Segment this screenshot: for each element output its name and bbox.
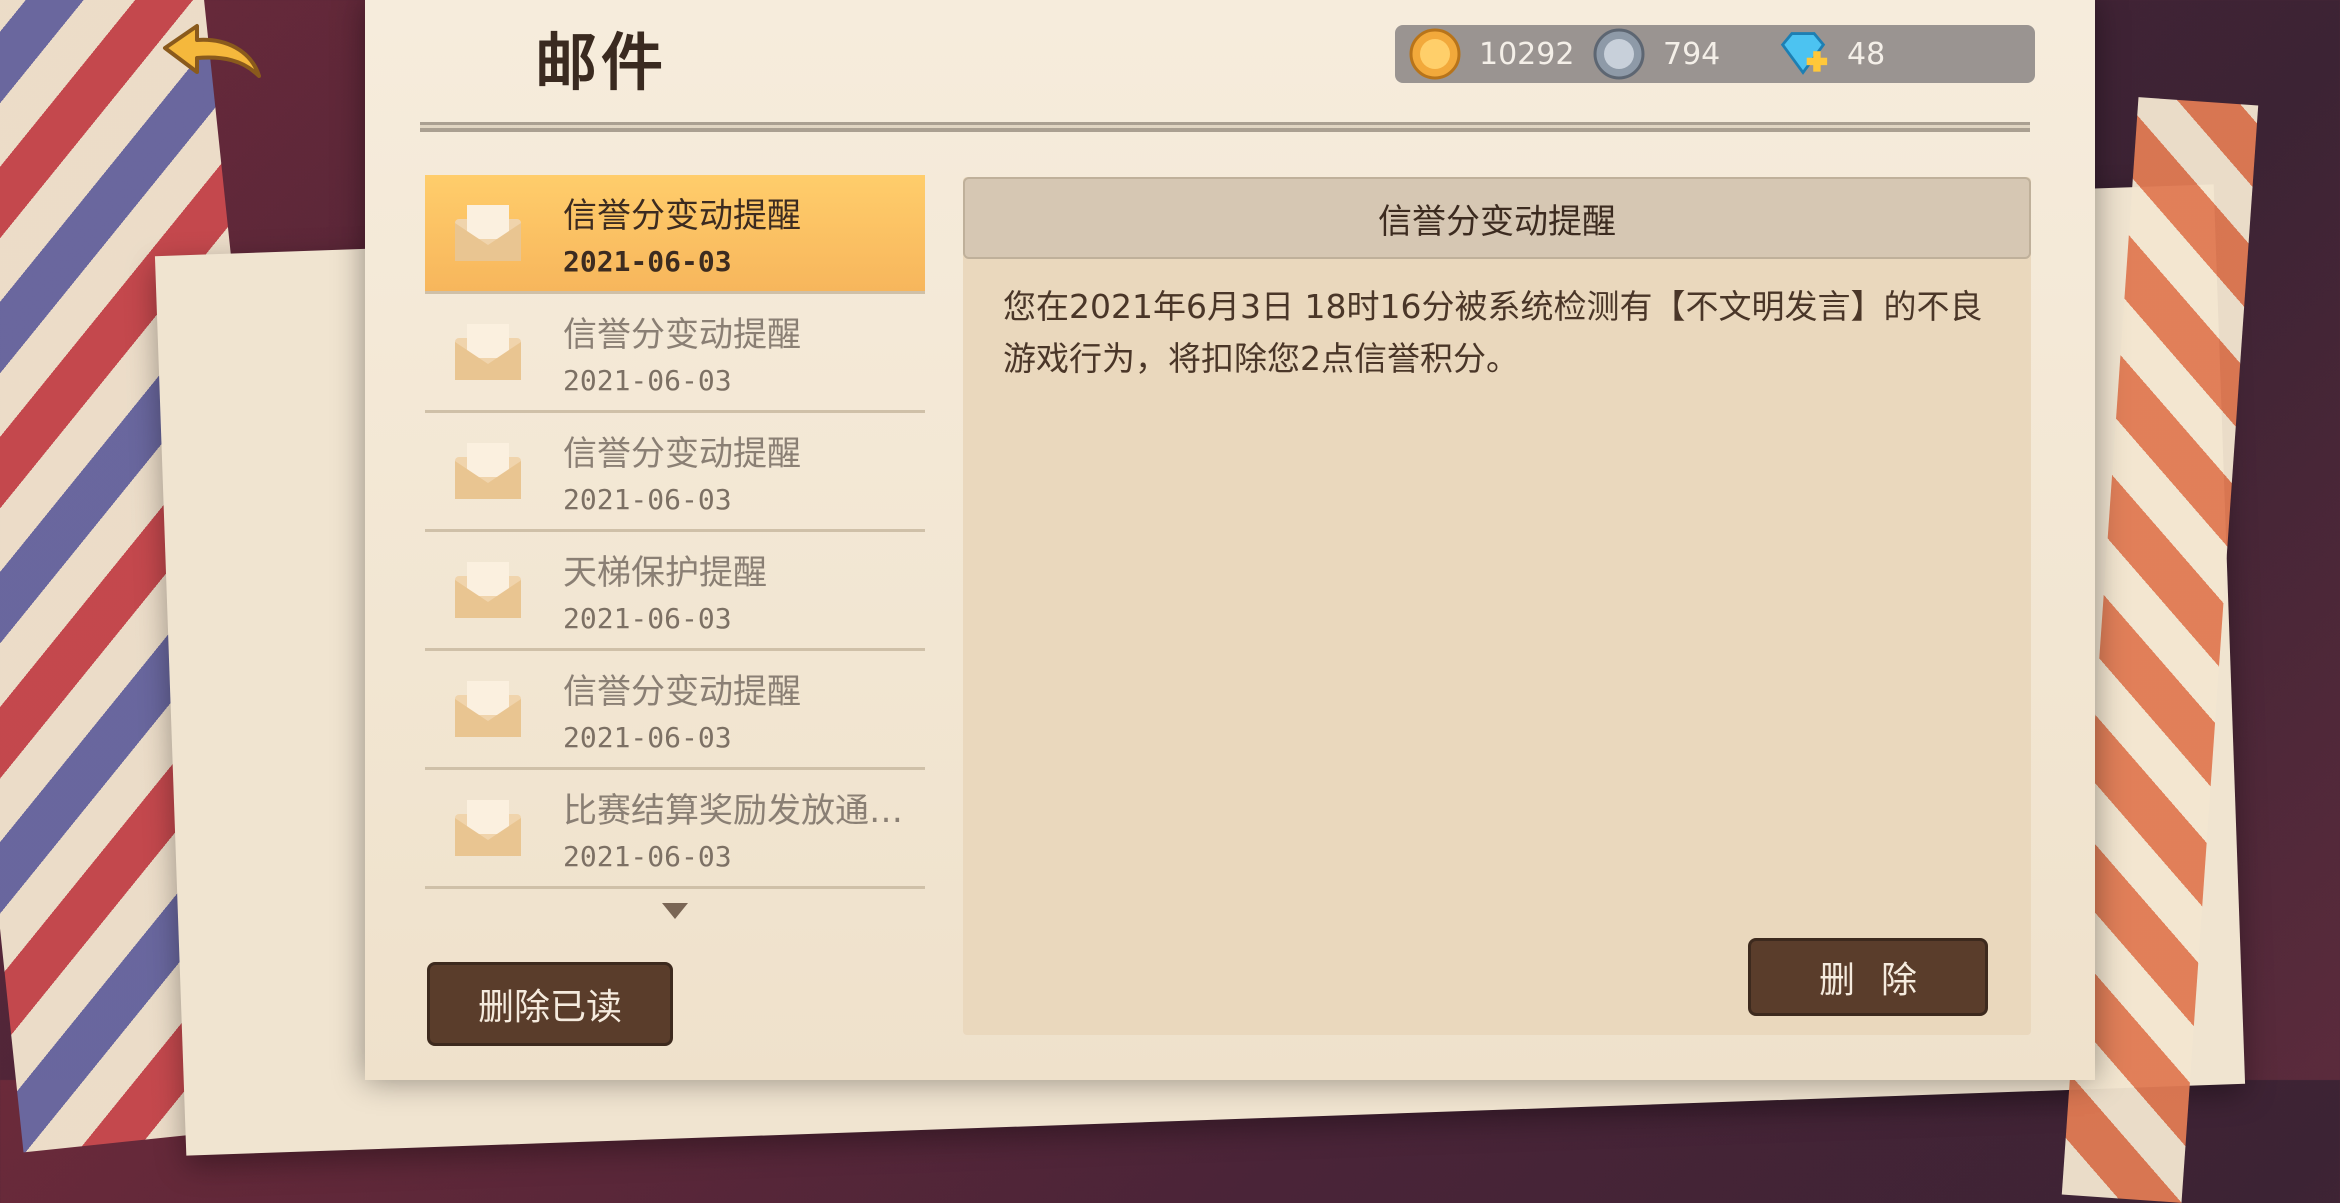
mail-detail-panel: 信誉分变动提醒 您在2021年6月3日 18时16分被系统检测有【不文明发言】的…	[963, 177, 2031, 1035]
diamond-value: 48	[1847, 36, 1886, 72]
mail-subject: 信誉分变动提醒	[563, 434, 801, 474]
silver-coin-icon	[1593, 28, 1645, 80]
mail-date: 2021-06-03	[563, 840, 732, 873]
mail-item[interactable]: 天梯保护提醒 2021-06-03	[425, 532, 925, 651]
mail-subject: 信誉分变动提醒	[563, 672, 801, 712]
mail-list[interactable]: 信誉分变动提醒 2021-06-03 信誉分变动提醒 2021-06-03 信誉…	[425, 175, 925, 889]
mail-date: 2021-06-03	[563, 483, 732, 516]
mail-subject: 信誉分变动提醒	[563, 196, 801, 236]
mail-subject: 信誉分变动提醒	[563, 315, 801, 355]
detail-title: 信誉分变动提醒	[963, 177, 2031, 259]
envelope-icon	[455, 443, 521, 499]
envelope-icon	[455, 205, 521, 261]
mail-item[interactable]: 信誉分变动提醒 2021-06-03	[425, 175, 925, 294]
envelope-icon	[455, 562, 521, 618]
mail-item[interactable]: 信誉分变动提醒 2021-06-03	[425, 651, 925, 770]
back-button[interactable]	[150, 20, 270, 90]
gold-coin-icon	[1409, 28, 1461, 80]
currency-silver: 794	[1593, 28, 1763, 80]
scroll-down-arrow-icon[interactable]	[662, 903, 688, 919]
mail-item[interactable]: 信誉分变动提醒 2021-06-03	[425, 294, 925, 413]
mail-subject: 天梯保护提醒	[563, 553, 767, 593]
back-arrow-icon	[163, 24, 261, 78]
currency-diamond[interactable]: 48	[1777, 28, 1947, 80]
currency-bar: 10292 794 48	[1395, 25, 2035, 83]
detail-body: 您在2021年6月3日 18时16分被系统检测有【不文明发言】的不良游戏行为，将…	[1003, 287, 1983, 378]
mail-date: 2021-06-03	[563, 721, 732, 754]
diamond-plus-icon[interactable]	[1777, 28, 1829, 80]
envelope-icon	[455, 681, 521, 737]
mail-date: 2021-06-03	[563, 602, 732, 635]
mail-item[interactable]: 比赛结算奖励发放通… 2021-06-03	[425, 770, 925, 889]
delete-button[interactable]: 删除	[1748, 938, 1988, 1016]
gold-value: 10292	[1479, 36, 1575, 72]
delete-read-button[interactable]: 删除已读	[427, 962, 673, 1046]
mail-item[interactable]: 信誉分变动提醒 2021-06-03	[425, 413, 925, 532]
mail-subject: 比赛结算奖励发放通…	[563, 791, 903, 831]
envelope-icon	[455, 324, 521, 380]
mail-date: 2021-06-03	[563, 364, 732, 397]
header-divider	[420, 122, 2030, 132]
currency-gold: 10292	[1409, 28, 1579, 80]
mail-date: 2021-06-03	[563, 245, 732, 278]
page-title: 邮件	[535, 26, 668, 99]
silver-value: 794	[1663, 36, 1721, 72]
envelope-icon	[455, 800, 521, 856]
